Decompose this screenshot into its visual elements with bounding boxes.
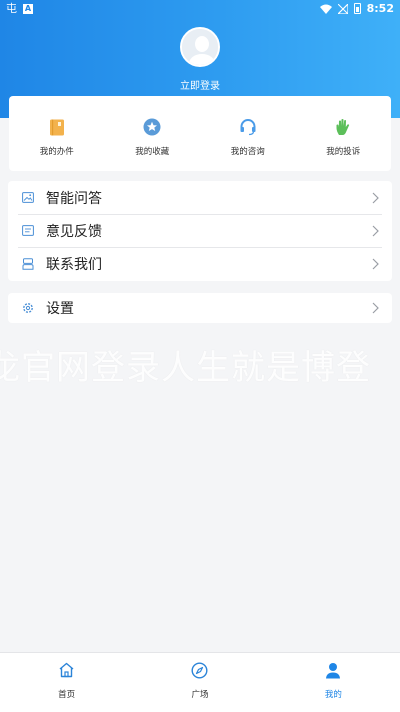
quick-action-label: 我的办件 (39, 147, 74, 157)
quick-action-my-favorites[interactable]: 我的收藏 (105, 96, 201, 171)
user-icon (324, 661, 342, 679)
quick-action-my-cases[interactable]: 我的办件 (9, 96, 105, 171)
nav-label: 我的 (324, 690, 342, 700)
star-badge-icon (143, 118, 161, 136)
nav-tab-mine[interactable]: 我的 (267, 653, 400, 712)
login-link[interactable]: 立即登录 (0, 77, 400, 92)
headset-icon (239, 118, 257, 136)
home-icon (58, 661, 76, 679)
nav-label: 首页 (58, 690, 76, 700)
menu-item-label: 联系我们 (46, 256, 102, 273)
quick-action-label: 我的咨询 (230, 147, 265, 157)
nav-tab-home[interactable]: 首页 (0, 653, 133, 712)
quick-action-my-complaints[interactable]: 我的投诉 (296, 96, 392, 171)
status-time: 8:52 (366, 2, 394, 15)
menu-item-settings[interactable]: 设置 (8, 293, 392, 323)
settings-card: 设置 (8, 293, 392, 323)
menu-item-contact-us[interactable]: 联系我们 (8, 247, 392, 280)
status-app-glyph: 屯 (6, 2, 17, 15)
contact-icon (22, 257, 34, 270)
feedback-icon (22, 225, 34, 237)
chevron-right-icon (368, 225, 382, 237)
quick-action-label: 我的收藏 (135, 147, 170, 157)
avatar[interactable] (180, 27, 220, 67)
quick-actions-card: 我的办件 我的收藏 我的咨询 我的投诉 (9, 96, 391, 171)
menu-item-label: 智能问答 (46, 190, 102, 207)
no-signal-icon (337, 3, 348, 14)
menu-item-feedback[interactable]: 意见反馈 (8, 214, 392, 247)
quick-action-label: 我的投诉 (326, 147, 361, 157)
menu-card: 智能问答 意见反馈 联系我们 (8, 181, 392, 281)
bottom-nav: 首页 广场 我的 (0, 652, 400, 712)
nav-tab-plaza[interactable]: 广场 (133, 653, 266, 712)
menu-item-smart-qa[interactable]: 智能问答 (8, 181, 392, 214)
status-right: 8:52 (319, 2, 394, 15)
compass-icon (191, 661, 209, 679)
hand-icon (334, 118, 352, 136)
gear-icon (22, 302, 34, 314)
document-icon (48, 118, 66, 136)
status-bar: 屯 A 8:52 (0, 0, 400, 17)
watermark-text: 龙官网登录人生就是博登 (0, 348, 371, 388)
status-notification-icon: A (23, 3, 33, 14)
image-icon (22, 192, 34, 204)
settings-label: 设置 (46, 301, 74, 317)
nav-label: 广场 (191, 690, 209, 700)
chevron-right-icon (368, 192, 382, 204)
wifi-icon (319, 4, 332, 14)
menu-item-label: 意见反馈 (46, 223, 102, 240)
quick-action-my-inquiries[interactable]: 我的咨询 (200, 96, 296, 171)
chevron-right-icon (368, 258, 382, 270)
battery-icon (353, 3, 361, 14)
status-left: 屯 A (6, 3, 33, 14)
chevron-right-icon (368, 302, 382, 314)
